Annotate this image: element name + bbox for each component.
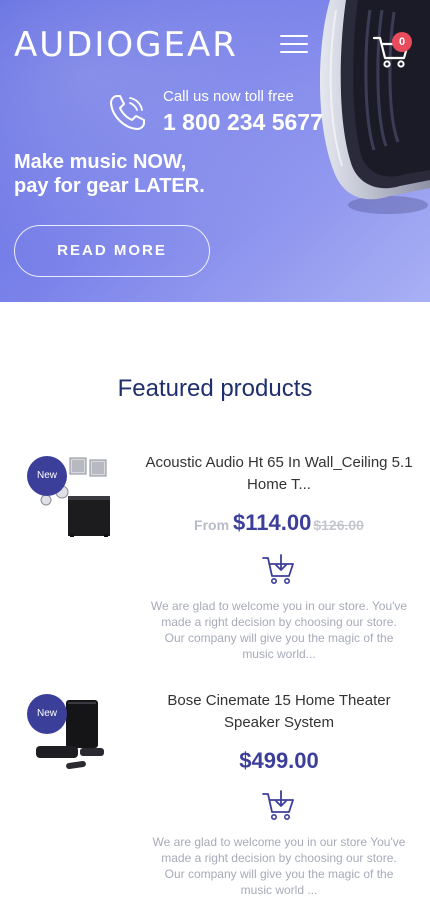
cart-count-badge: 0 [392,32,412,52]
hamburger-icon-line [280,35,308,37]
slogan-line: pay for gear LATER. [14,175,205,197]
product-description: We are glad to welcome you in our store … [152,835,406,897]
hero-banner: AUDIOGEAR 0 Call us now toll free 1 800 … [0,0,430,302]
menu-button[interactable] [280,33,310,55]
add-to-cart-icon[interactable] [262,789,294,821]
site-logo[interactable]: AUDIOGEAR [14,25,238,65]
hamburger-icon-line [280,43,308,45]
phone-caption: Call us now toll free [163,88,294,105]
phone-icon [110,95,145,130]
product-title[interactable]: Acoustic Audio Ht 65 In Wall_Ceiling 5.1… [142,452,416,496]
hamburger-icon-line [280,51,308,53]
add-to-cart-icon[interactable] [262,553,294,585]
product-title[interactable]: Bose Cinemate 15 Home Theater Speaker Sy… [142,690,416,734]
product-price: $114.00 [233,510,312,535]
new-badge: New [27,694,67,734]
price-row: $499.00 [142,748,416,774]
product-description: We are glad to welcome you in our store.… [150,599,408,661]
price-row: From $114.00 $126.00 [142,510,416,536]
read-more-button[interactable]: READ MORE [14,225,210,277]
hero-slogan: Make music NOW, pay for gear LATER. [14,150,274,198]
product-card: New Bose Cinemate 15 Home Theater Speake… [0,690,430,900]
new-badge: New [27,456,67,496]
section-title: Featured products [117,375,313,402]
product-old-price: $126.00 [313,517,364,533]
slogan-line: Make music NOW, [14,151,187,173]
product-card: New Acoustic Audio Ht 65 In Wall_Ceiling… [0,452,430,672]
phone-number[interactable]: 1 800 234 5677 [163,108,323,136]
product-price: $499.00 [239,748,319,773]
price-from-label: From [194,517,230,533]
